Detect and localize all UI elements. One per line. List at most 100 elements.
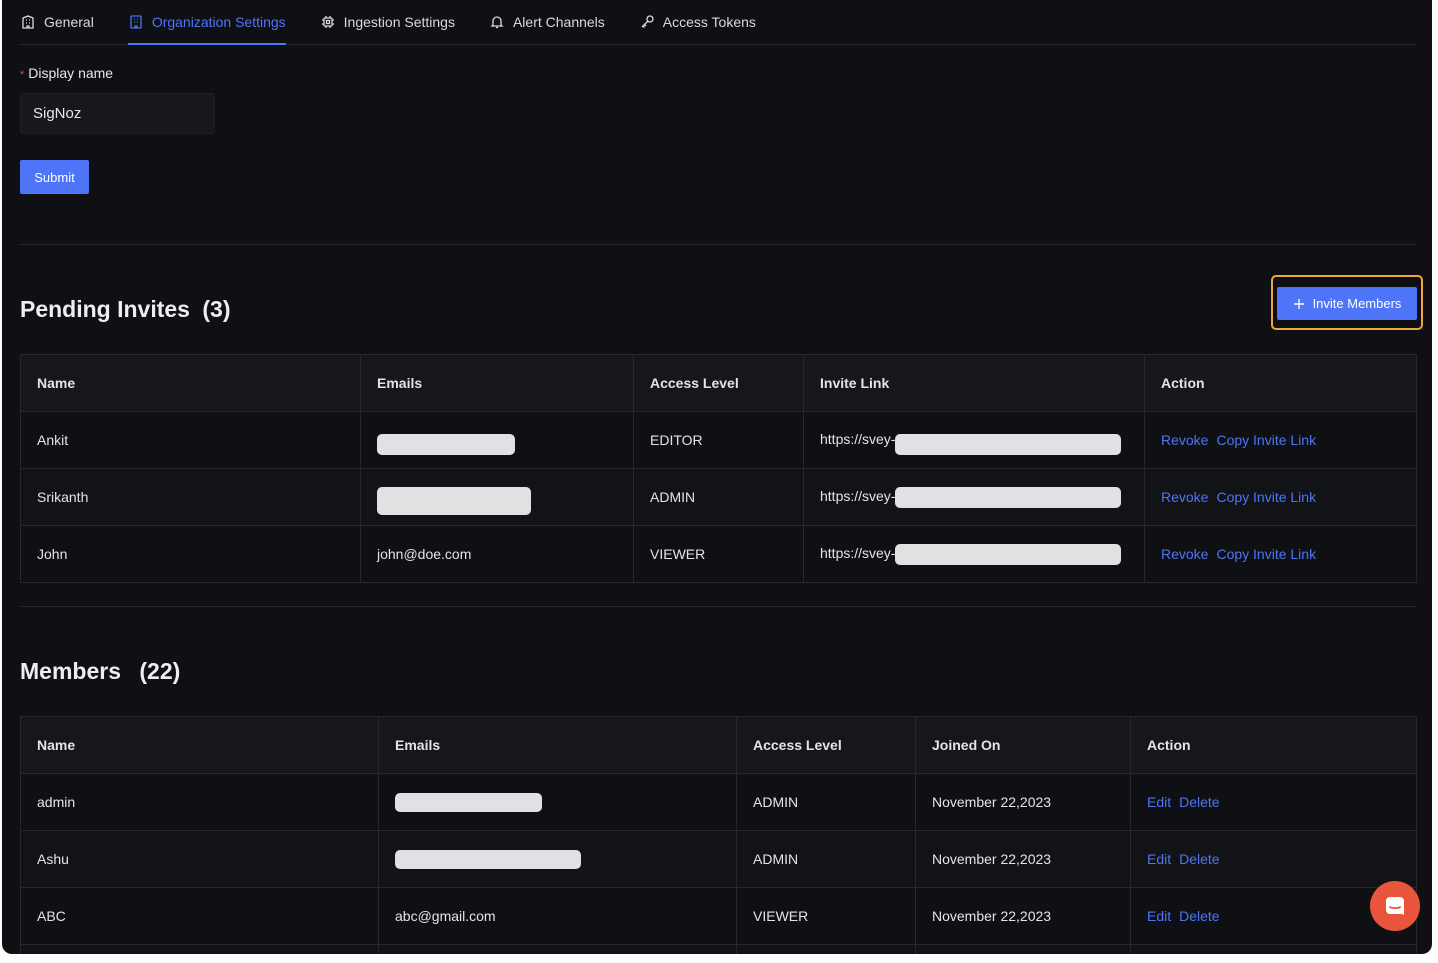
table-header-row: Name Emails Access Level Joined On Actio…: [20, 716, 1417, 774]
action-cell: Edit Delete: [1130, 773, 1417, 831]
action-cell: Edit Delete: [1130, 830, 1417, 888]
table-row: ABC abc@gmail.com VIEWER November 22,202…: [20, 887, 1417, 945]
display-name-input[interactable]: SigNoz: [20, 93, 215, 134]
joined-cell: [915, 944, 1131, 954]
joined-cell: November 22,2023: [915, 773, 1131, 831]
pending-invites-table: Name Emails Access Level Invite Link Act…: [20, 354, 1417, 583]
invite-members-button[interactable]: Invite Members: [1277, 287, 1417, 320]
edit-link[interactable]: Edit: [1147, 794, 1171, 810]
plus-icon: [1293, 298, 1304, 309]
invite-link-cell: https://svey-: [803, 525, 1145, 583]
submit-button[interactable]: Submit: [20, 160, 89, 194]
action-cell: Revoke Copy Invite Link: [1144, 411, 1417, 469]
tab-label: Access Tokens: [662, 14, 756, 30]
invite-link-text: https://svey-: [820, 544, 896, 561]
invite-link-text: https://svey-: [820, 487, 896, 504]
edit-link[interactable]: Edit: [1147, 851, 1171, 867]
redacted-email: [395, 792, 542, 812]
tab-label: Ingestion Settings: [343, 14, 455, 30]
section-divider: [20, 244, 1416, 245]
column-header: Action: [1144, 354, 1417, 412]
column-header: Invite Link: [803, 354, 1145, 412]
action-cell: Revoke Copy Invite Link: [1144, 468, 1417, 526]
table-row: Ankit EDITOR https://svey- Revoke Copy In…: [20, 411, 1417, 469]
office-icon: [130, 15, 142, 29]
redacted-email: [377, 433, 515, 455]
access-cell: ADMIN: [736, 830, 916, 888]
redacted-email: [377, 487, 531, 515]
tab-ingestion-settings[interactable]: Ingestion Settings: [320, 0, 455, 44]
column-header: Joined On: [915, 716, 1131, 774]
name-cell: Ankit: [20, 411, 361, 469]
chat-icon: [1386, 897, 1404, 915]
action-cell: Revoke Copy Invite Link: [1144, 525, 1417, 583]
settings-page: General Organization Settings Ingestion …: [2, 0, 1432, 954]
revoke-link[interactable]: Revoke: [1161, 546, 1208, 562]
tab-access-tokens[interactable]: Access Tokens: [639, 0, 756, 44]
email-cell: [360, 411, 634, 469]
revoke-link[interactable]: Revoke: [1161, 432, 1208, 448]
email-cell: [360, 468, 634, 526]
chat-support-button[interactable]: [1370, 881, 1420, 931]
column-header: Name: [20, 354, 361, 412]
tab-general[interactable]: General: [20, 0, 94, 44]
joined-cell: November 22,2023: [915, 887, 1131, 945]
bell-icon: [490, 16, 504, 29]
access-cell: ADMIN: [736, 773, 916, 831]
table-row: John john@doe.com VIEWER https://svey- R…: [20, 525, 1417, 583]
access-cell: VIEWER: [736, 887, 916, 945]
tab-organization-settings[interactable]: Organization Settings: [127, 0, 286, 45]
invite-link-cell: https://svey-: [803, 411, 1145, 469]
display-name-label: * Display name: [20, 65, 113, 81]
access-cell: EDITOR: [633, 411, 804, 469]
joined-cell: November 22,2023: [915, 830, 1131, 888]
pending-invites-title: Pending Invites (3): [20, 296, 231, 323]
invite-link-cell: https://svey-: [803, 468, 1145, 526]
copy-invite-link[interactable]: Copy Invite Link: [1216, 489, 1316, 505]
tab-label: General: [44, 14, 94, 30]
revoke-link[interactable]: Revoke: [1161, 489, 1208, 505]
table-header-row: Name Emails Access Level Invite Link Act…: [20, 354, 1417, 412]
redacted-link: [895, 543, 1122, 565]
email-cell: abc@gmail.com: [378, 887, 737, 945]
delete-link[interactable]: Delete: [1179, 794, 1219, 810]
access-cell: [736, 944, 916, 954]
access-cell: ADMIN: [633, 468, 804, 526]
tab-label: Alert Channels: [512, 14, 605, 30]
display-name-label-text: Display name: [28, 65, 114, 81]
tab-alert-channels[interactable]: Alert Channels: [489, 0, 605, 44]
pending-invites-count: (3): [202, 296, 231, 322]
key-icon: [641, 15, 654, 28]
edit-link[interactable]: Edit: [1147, 908, 1171, 924]
table-row: [20, 944, 1417, 954]
action-cell: [1130, 944, 1417, 954]
column-header: Access Level: [736, 716, 916, 774]
redacted-email: [395, 849, 581, 869]
invite-members-label: Invite Members: [1312, 296, 1402, 311]
name-cell: Ashu: [20, 830, 379, 888]
table-row: admin ADMIN November 22,2023 Edit Delete: [20, 773, 1417, 831]
name-cell: John: [20, 525, 361, 583]
redacted-link: [895, 433, 1122, 455]
members-table: Name Emails Access Level Joined On Actio…: [20, 716, 1417, 954]
copy-invite-link[interactable]: Copy Invite Link: [1216, 546, 1316, 562]
email-cell: john@doe.com: [360, 525, 634, 583]
invite-link-text: https://svey-: [820, 430, 896, 447]
delete-link[interactable]: Delete: [1179, 908, 1219, 924]
name-cell: ABC: [20, 887, 379, 945]
section-divider: [20, 606, 1416, 607]
chip-icon: [321, 16, 334, 28]
column-header: Access Level: [633, 354, 804, 412]
email-cell: [378, 944, 737, 954]
required-mark: *: [20, 69, 25, 81]
tab-label: Organization Settings: [151, 14, 286, 30]
delete-link[interactable]: Delete: [1179, 851, 1219, 867]
redacted-link: [895, 486, 1122, 508]
members-title-text: Members: [20, 658, 121, 684]
name-cell: [20, 944, 379, 954]
column-header: Name: [20, 716, 379, 774]
pending-invites-title-text: Pending Invites: [20, 296, 190, 322]
column-header: Emails: [360, 354, 634, 412]
building-icon: [22, 15, 34, 29]
copy-invite-link[interactable]: Copy Invite Link: [1216, 432, 1316, 448]
